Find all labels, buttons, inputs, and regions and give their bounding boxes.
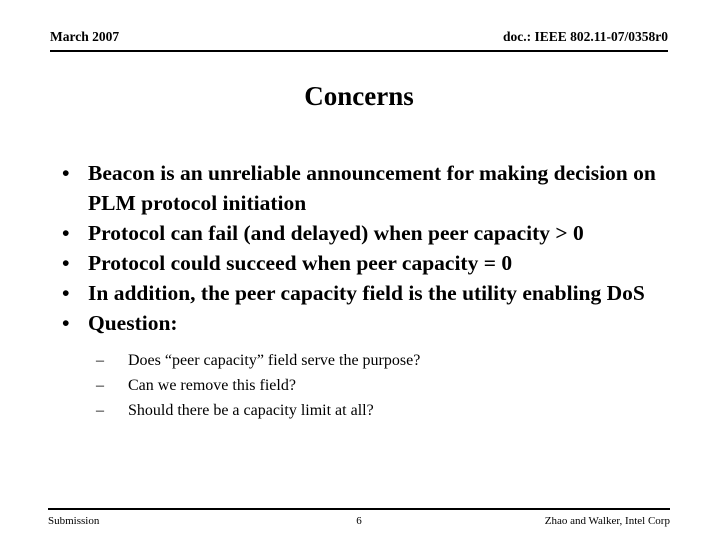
dash-marker-icon: – [96,352,104,369]
bullet-text: In addition, the peer capacity field is … [88,281,645,305]
footer-submission-label: Submission [48,515,100,527]
sub-bullet-item: – Should there be a capacity limit at al… [50,398,680,423]
dash-marker-icon: – [96,377,104,394]
header-document-id: doc.: IEEE 802.11-07/0358r0 [502,29,668,44]
slide-title: Concerns [304,81,414,111]
sub-bullet-text: Should there be a capacity limit at all? [128,402,374,419]
sub-bullet-item: – Can we remove this field? [50,373,680,398]
bullet-text: Beacon is an unreliable announcement for… [88,161,656,215]
footer-page-number: 6 [356,515,362,527]
slide-canvas: March 2007 doc.: IEEE 802.11-07/0358r0 C… [0,0,720,540]
bullet-marker-icon: • [62,311,70,335]
sub-bullet-item: – Does “peer capacity” field serve the p… [50,348,680,373]
bullet-text: Protocol can fail (and delayed) when pee… [88,221,584,245]
header-date: March 2007 [50,29,120,44]
bullet-item: • Protocol could succeed when peer capac… [50,248,680,278]
bullet-item: • In addition, the peer capacity field i… [50,278,680,308]
bullet-text: Question: [88,311,178,335]
bullet-marker-icon: • [62,281,70,305]
dash-marker-icon: – [96,402,104,419]
footer-authors: Zhao and Walker, Intel Corp [544,515,670,527]
bullet-item: • Beacon is an unreliable announcement f… [50,158,680,218]
slide-footer: Submission 6 Zhao and Walker, Intel Corp [48,508,670,532]
bullet-item: • Protocol can fail (and delayed) when p… [50,218,680,248]
bullet-text: Protocol could succeed when peer capacit… [88,251,513,275]
sub-bullet-text: Can we remove this field? [128,377,296,394]
sub-bullet-text: Does “peer capacity” field serve the pur… [128,352,421,369]
sub-bullet-list: – Does “peer capacity” field serve the p… [50,348,680,423]
bullet-item: • Question: [50,308,680,338]
bullet-marker-icon: • [62,161,70,185]
bullet-marker-icon: • [62,251,70,275]
slide-header: March 2007 doc.: IEEE 802.11-07/0358r0 [50,28,668,52]
bullet-marker-icon: • [62,221,70,245]
slide-body: • Beacon is an unreliable announcement f… [50,158,680,423]
